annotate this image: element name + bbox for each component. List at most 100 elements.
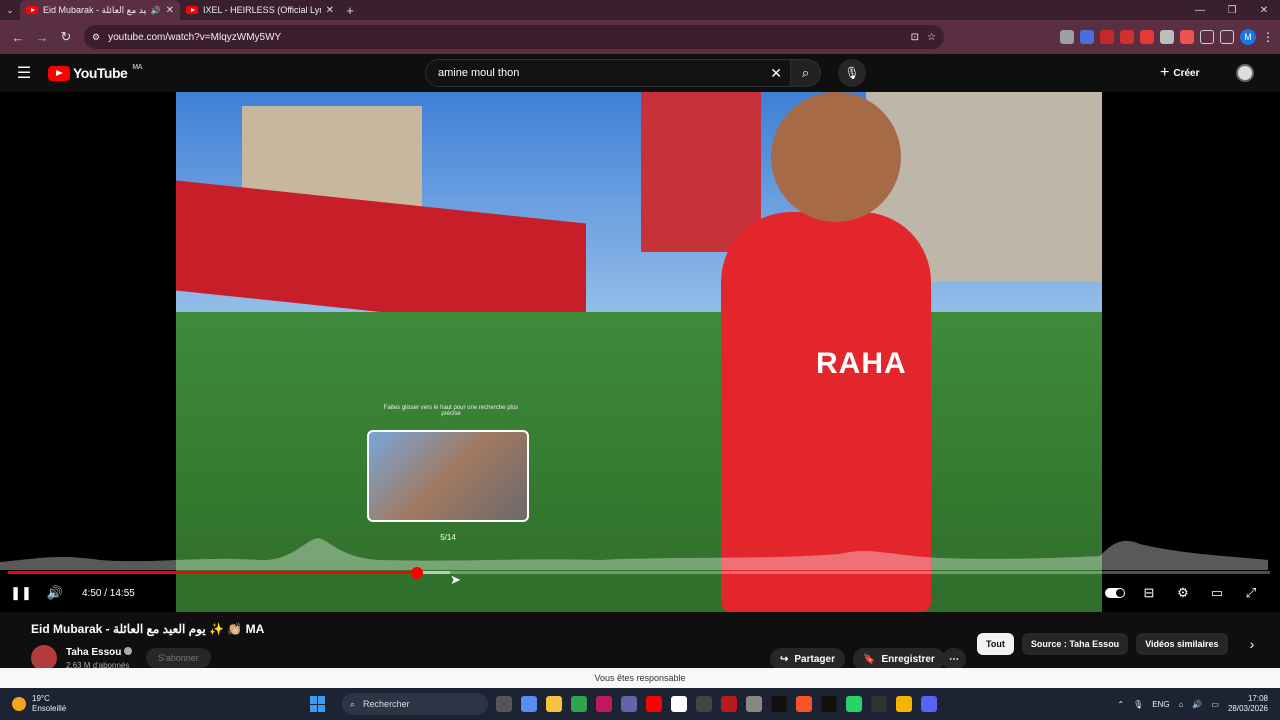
save-button[interactable]: 🔖 Enregistrer: [853, 648, 945, 670]
language-indicator[interactable]: ENG: [1152, 700, 1169, 709]
taskbar-search-label: Rechercher: [363, 699, 410, 709]
speaker-icon[interactable]: 🔊: [151, 6, 161, 15]
youtube-logo[interactable]: YouTube MA: [48, 63, 143, 81]
install-app-icon[interactable]: ⊡: [911, 32, 919, 43]
site-info-icon[interactable]: ⚙: [92, 32, 100, 43]
chrome-icon[interactable]: [571, 696, 587, 712]
youtube-favicon-icon: [26, 6, 38, 14]
extension-icon[interactable]: [1080, 30, 1094, 44]
browser-profile-avatar[interactable]: M: [1240, 29, 1256, 45]
brave-icon[interactable]: [796, 696, 812, 712]
taskbar-search[interactable]: ⌕ Rechercher: [342, 693, 488, 715]
chip-all[interactable]: Tout: [977, 633, 1014, 655]
related-filter-chips: Tout Source : Taha Essou Vidéos similair…: [977, 633, 1254, 655]
channel-name[interactable]: Taha Essou: [66, 647, 133, 658]
app-icon[interactable]: [721, 696, 737, 712]
chevron-right-icon[interactable]: ›: [1250, 636, 1255, 652]
chevron-up-icon[interactable]: ⌃: [1117, 700, 1124, 709]
tab-title: Eid Mubarak - يوم العيد مع العائلة: [43, 4, 146, 15]
discord-icon[interactable]: [921, 696, 937, 712]
browser-toolbar: ← → ↻ ⚙ youtube.com/watch?v=MlqyzWMy5WY …: [0, 20, 1280, 54]
tab-ixel-heirless[interactable]: IXEL - HEIRLESS (Official Lyric V ✕: [180, 0, 340, 20]
app-icon[interactable]: [746, 696, 762, 712]
address-bar[interactable]: ⚙ youtube.com/watch?v=MlqyzWMy5WY ⊡ ☆: [84, 25, 944, 49]
bookmark-icon: 🔖: [863, 653, 876, 665]
fullscreen-icon[interactable]: ⤢: [1234, 580, 1268, 606]
verified-icon: [124, 647, 133, 655]
search-query: amine moul thon: [438, 67, 520, 79]
system-tray: ⌃ 🎙 ENG ⌂ 🔊 ▭ 17:08 28/03/2026: [1117, 694, 1280, 714]
youtube-app-icon[interactable]: [646, 696, 662, 712]
volume-icon[interactable]: 🔊: [1192, 700, 1202, 709]
search-icon: ⌕: [801, 65, 810, 80]
weather-text: 19°C Ensoleillé: [32, 694, 66, 714]
new-tab-button[interactable]: +: [340, 3, 360, 18]
create-button[interactable]: + Créer: [1160, 61, 1199, 85]
search-input[interactable]: amine moul thon ✕: [425, 59, 791, 87]
forward-icon[interactable]: →: [30, 30, 54, 45]
autoplay-toggle[interactable]: [1098, 580, 1132, 606]
app-icon[interactable]: [596, 696, 612, 712]
restore-icon[interactable]: ❐: [1216, 0, 1248, 20]
app-icon[interactable]: [671, 696, 687, 712]
reading-list-icon[interactable]: [1220, 30, 1234, 44]
tab-eid-mubarak[interactable]: Eid Mubarak - يوم العيد مع العائلة 🔊 ✕: [20, 0, 180, 20]
file-explorer-icon[interactable]: [546, 696, 562, 712]
teams-icon[interactable]: [621, 696, 637, 712]
task-view-icon[interactable]: [496, 696, 512, 712]
weather-widget[interactable]: 19°C Ensoleillé: [0, 694, 300, 714]
extension-icon[interactable]: [1180, 30, 1194, 44]
windows-taskbar: 19°C Ensoleillé ⌕ Rechercher ⌃ 🎙 ENG ⌂ 🔊…: [0, 688, 1280, 720]
microphone-icon: 🎙: [844, 66, 860, 80]
microphone-icon[interactable]: 🎙: [1133, 700, 1143, 709]
chip-source[interactable]: Source : Taha Essou: [1021, 633, 1129, 655]
clear-search-icon[interactable]: ✕: [770, 65, 782, 82]
back-icon[interactable]: ←: [6, 30, 30, 45]
video-player[interactable]: RAHA Faites glisser vers le haut pour un…: [0, 92, 1280, 612]
reload-icon[interactable]: ↻: [54, 29, 78, 45]
time-display: 4:50 / 14:55: [82, 587, 135, 599]
clock[interactable]: 17:08 28/03/2026: [1228, 694, 1268, 714]
app-icon[interactable]: [696, 696, 712, 712]
progress-scrubber[interactable]: [410, 567, 423, 579]
pause-button[interactable]: ❚❚: [4, 580, 38, 606]
settings-gear-icon[interactable]: ⚙: [1166, 580, 1200, 606]
extension-icon[interactable]: [1120, 30, 1134, 44]
hamburger-menu-icon[interactable]: ☰: [0, 63, 48, 83]
minimize-icon[interactable]: —: [1184, 0, 1216, 20]
windows-start-icon[interactable]: [310, 696, 326, 712]
network-icon[interactable]: ⌂: [1179, 700, 1184, 709]
search-button[interactable]: ⌕: [791, 59, 821, 87]
weather-condition: Ensoleillé: [32, 704, 67, 713]
copilot-icon[interactable]: [521, 696, 537, 712]
player-controls-right: ⊟ ⚙ ▭ ⤢: [1098, 580, 1280, 606]
app-icon[interactable]: [896, 696, 912, 712]
chip-similar[interactable]: Vidéos similaires: [1136, 633, 1228, 655]
browser-menu-icon[interactable]: ⋮: [1262, 30, 1274, 44]
progress-bar-played: [8, 571, 417, 574]
volume-icon[interactable]: 🔊: [38, 580, 72, 606]
extension-icon[interactable]: [1160, 30, 1174, 44]
subscribe-button[interactable]: S'abonner: [146, 648, 211, 668]
xm-app-icon[interactable]: [771, 696, 787, 712]
extension-icon[interactable]: [1100, 30, 1114, 44]
bookmark-star-icon[interactable]: ☆: [927, 32, 936, 43]
tab-search-dropdown[interactable]: ⌄: [0, 0, 20, 20]
extensions-puzzle-icon[interactable]: [1200, 30, 1214, 44]
share-button[interactable]: ↪ Partager: [770, 648, 845, 670]
whatsapp-icon[interactable]: [846, 696, 862, 712]
app-icon[interactable]: [821, 696, 837, 712]
extension-icon[interactable]: [1140, 30, 1154, 44]
subtitles-icon[interactable]: ⊟: [1132, 580, 1166, 606]
country-code: MA: [132, 63, 143, 71]
user-avatar[interactable]: [1236, 64, 1254, 82]
voice-search-button[interactable]: 🎙: [838, 59, 866, 87]
extension-icon[interactable]: [1060, 30, 1074, 44]
close-tab-icon[interactable]: ✕: [166, 5, 174, 16]
more-actions-button[interactable]: ⋯: [942, 648, 966, 670]
miniplayer-icon[interactable]: ▭: [1200, 580, 1234, 606]
close-tab-icon[interactable]: ✕: [326, 5, 334, 16]
battery-icon[interactable]: ▭: [1211, 700, 1219, 709]
close-window-icon[interactable]: ✕: [1248, 0, 1280, 20]
app-icon[interactable]: [871, 696, 887, 712]
